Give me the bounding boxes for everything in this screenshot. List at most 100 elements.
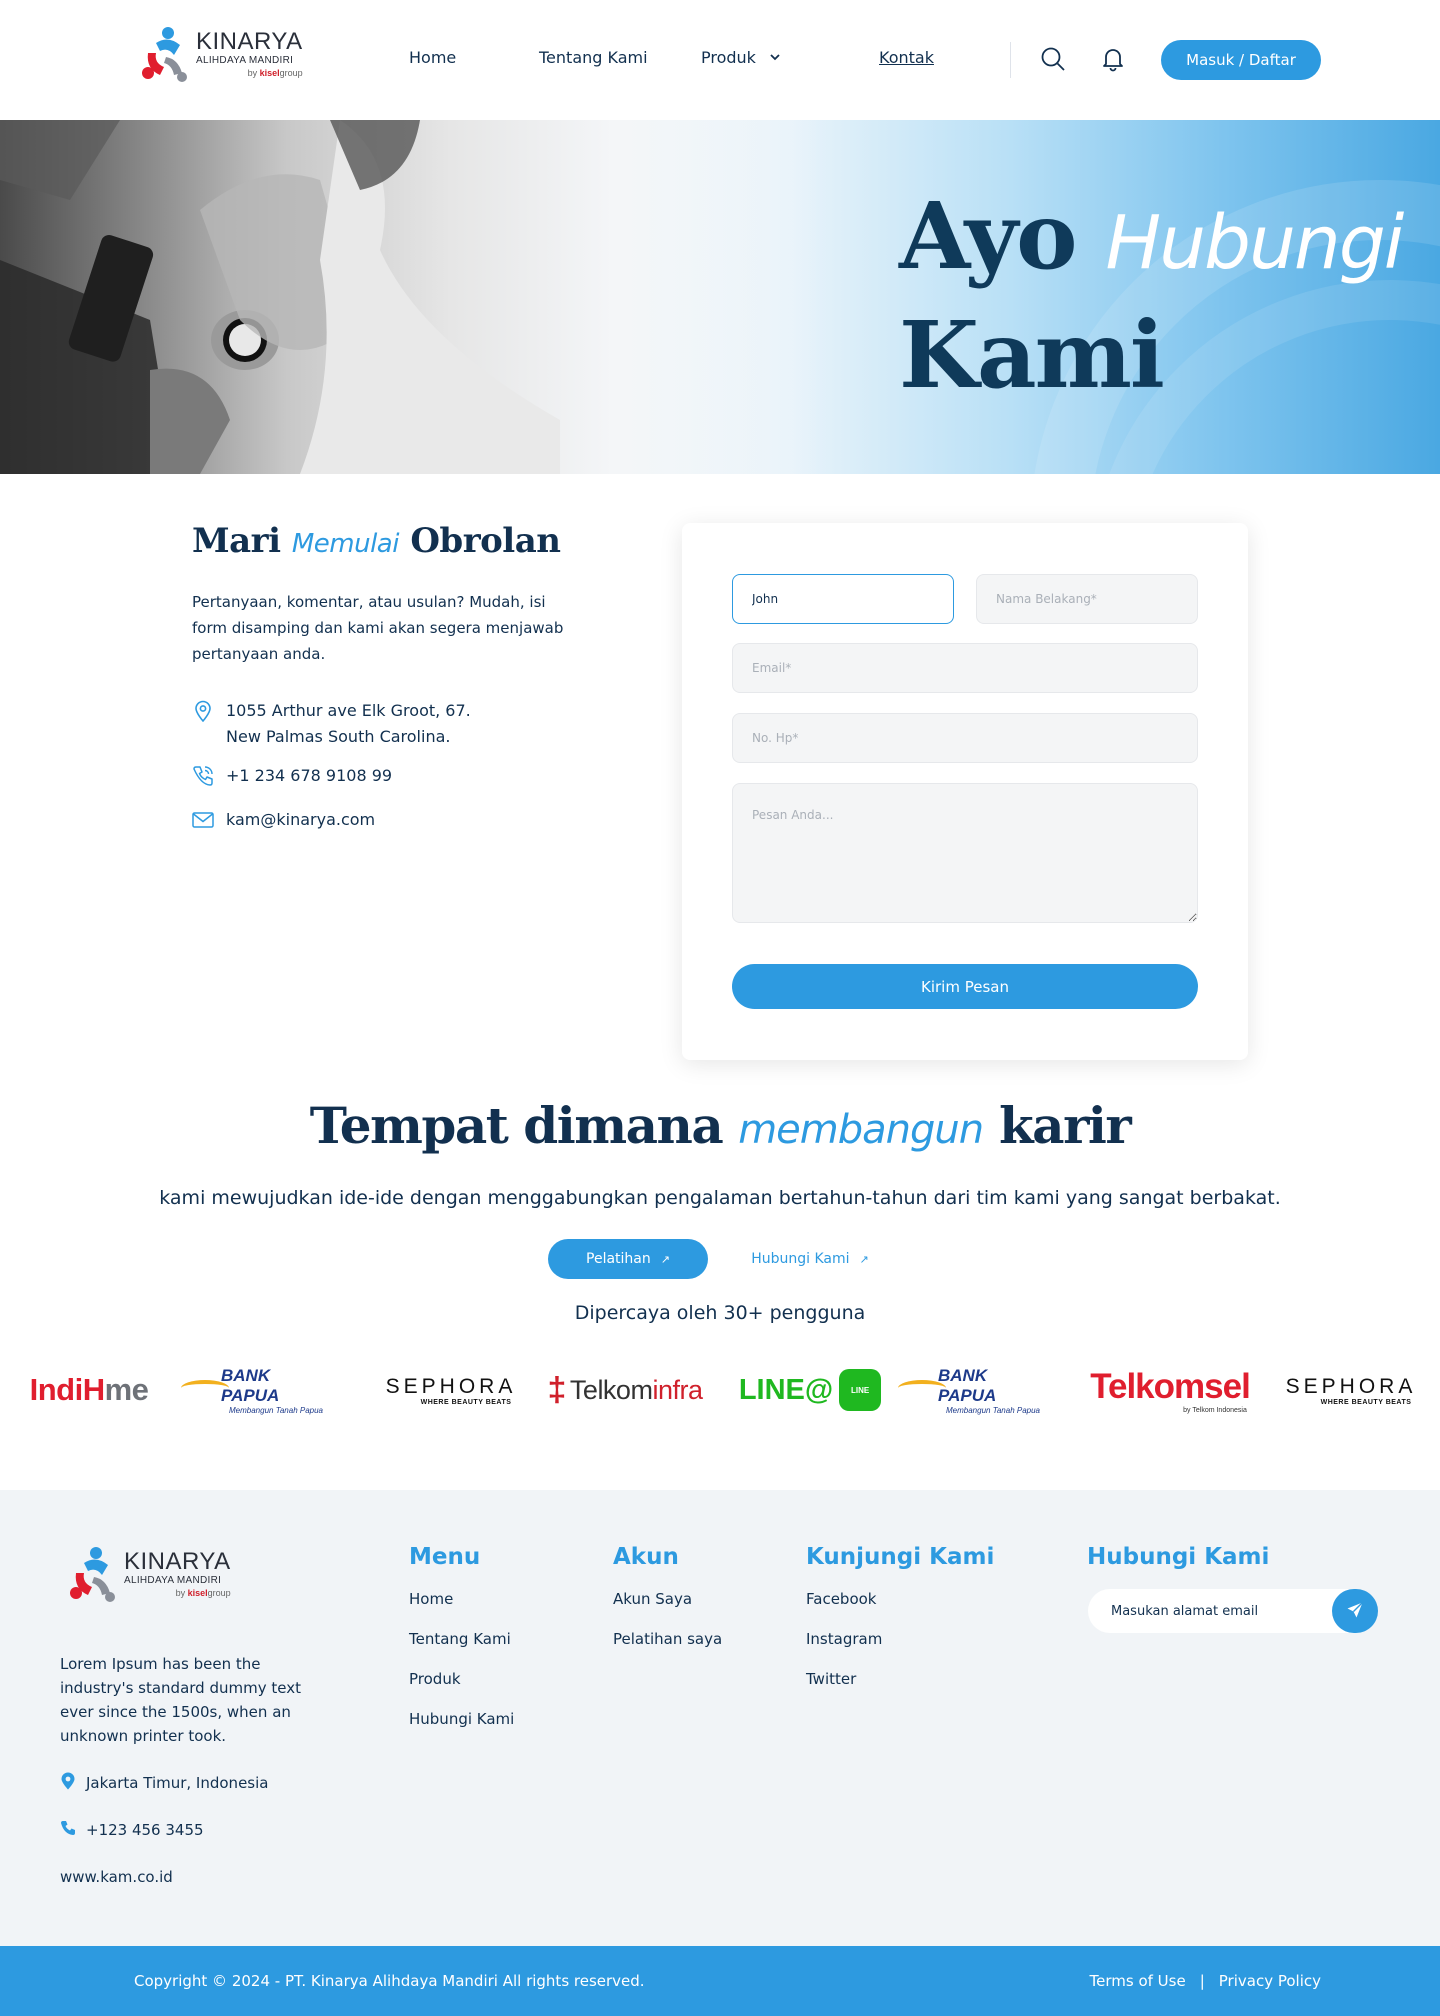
contact-form: Kirim Pesan (682, 523, 1248, 1060)
send-message-button[interactable]: Kirim Pesan (732, 964, 1198, 1009)
career-title-c: karir (999, 1096, 1132, 1155)
footer-location: Jakarta Timur, Indonesia (60, 1772, 268, 1794)
bank-papua-logo: BANK PAPUA Membangun Tanah Papua (898, 1350, 1048, 1430)
login-register-button[interactable]: Masuk / Daftar (1161, 40, 1321, 80)
mail-icon (192, 807, 214, 833)
hero-word-kami: Kami (899, 301, 1165, 409)
pelatihan-button[interactable]: Pelatihan ↗ (548, 1239, 708, 1279)
legal-links: Terms of Use | Privacy Policy (1090, 1972, 1322, 1990)
brand-sub: ALIHDAYA MANDIRI (196, 55, 294, 66)
location-pin-icon (60, 1772, 76, 1794)
contact-email: kam@kinarya.com (192, 807, 375, 833)
last-name-field[interactable] (976, 574, 1198, 624)
nav-about[interactable]: Tentang Kami (539, 48, 648, 67)
trusted-by-text: Dipercaya oleh 30+ pengguna (574, 1302, 866, 1324)
bell-icon (1101, 46, 1125, 75)
nav-kontak[interactable]: Kontak (879, 48, 934, 67)
sephora-logo: SEPHORA WHERE BEAUTY BEATS (385, 1374, 517, 1406)
contact-title-b: Memulai (291, 529, 400, 559)
kinarya-logo-icon (66, 1545, 122, 1603)
footer-pelatihan-saya[interactable]: Pelatihan saya (613, 1630, 722, 1648)
contact-title-a: Mari (192, 521, 281, 561)
nav-produk-label: Produk (701, 48, 756, 67)
search-button[interactable] (1039, 46, 1067, 74)
send-icon (1346, 1601, 1364, 1622)
message-field[interactable] (732, 783, 1198, 923)
hero-title: Ayo Hubungi Kami (899, 180, 1405, 411)
footer-visit-title: Kunjungi Kami (806, 1544, 995, 1570)
hero-banner: Ayo Hubungi Kami (0, 120, 1440, 474)
contact-title-c: Obrolan (410, 521, 561, 561)
legal-separator: | (1199, 1972, 1205, 1990)
footer-menu-produk[interactable]: Produk (409, 1670, 461, 1688)
footer-phone-link[interactable]: +123 456 3455 (86, 1821, 204, 1839)
notification-button[interactable] (1099, 46, 1127, 74)
sephora-logo: SEPHORA WHERE BEAUTY BEATS (1285, 1374, 1417, 1406)
footer-website-link[interactable]: www.kam.co.id (60, 1868, 173, 1886)
pelatihan-button-label: Pelatihan (586, 1251, 651, 1267)
site-header: KINARYA ALIHDAYA MANDIRI by kiselgroup H… (0, 0, 1440, 120)
footer-menu-about[interactable]: Tentang Kami (409, 1630, 511, 1648)
footer-location-text: Jakarta Timur, Indonesia (86, 1774, 269, 1792)
arrow-up-right-icon: ↗ (660, 1252, 670, 1266)
footer-instagram-link[interactable]: Instagram (806, 1630, 882, 1648)
brand-sub: ALIHDAYA MANDIRI (124, 1575, 222, 1586)
hero-photo (0, 120, 820, 474)
nav-home[interactable]: Home (409, 48, 456, 67)
telkomsel-logo: Telkomsel by Telkom Indonesia (1090, 1366, 1251, 1414)
phone-icon (192, 763, 214, 789)
address-line-1: 1055 Arthur ave Elk Groot, 67. (226, 701, 471, 720)
footer-website: www.kam.co.id (60, 1868, 173, 1886)
footer-akun-saya[interactable]: Akun Saya (613, 1590, 692, 1608)
career-title-a: Tempat dimana (309, 1096, 724, 1155)
footer-menu-title: Menu (409, 1544, 481, 1570)
hubungi-kami-button[interactable]: Hubungi Kami ↗ (735, 1239, 885, 1279)
nav-divider (1010, 42, 1011, 78)
contact-description: Pertanyaan, komentar, atau usulan? Mudah… (192, 593, 564, 663)
privacy-policy-link[interactable]: Privacy Policy (1219, 1972, 1321, 1990)
brand-group: by kiselgroup (247, 68, 303, 78)
footer-facebook-link[interactable]: Facebook (806, 1590, 876, 1608)
brand-name: KINARYA (196, 28, 303, 55)
brand-logo[interactable]: KINARYA ALIHDAYA MANDIRI by kiselgroup (138, 25, 303, 83)
contact-title: Mari Memulai Obrolan (192, 521, 561, 561)
footer-akun-title: Akun (613, 1544, 679, 1570)
contact-email-link[interactable]: kam@kinarya.com (226, 807, 375, 833)
newsletter-email-input[interactable] (1088, 1589, 1332, 1633)
footer-menu-contact[interactable]: Hubungi Kami (409, 1710, 514, 1728)
kinarya-logo-icon (138, 25, 194, 83)
partner-logos: Indi Hme BANK PAPUA Membangun Tanah Papua… (0, 1350, 1440, 1430)
footer-brand-logo[interactable]: KINARYA ALIHDAYA MANDIRI by kiselgroup (66, 1545, 231, 1603)
footer-menu-home[interactable]: Home (409, 1590, 453, 1608)
address-line-2: New Palmas South Carolina. (226, 727, 451, 746)
footer-contact-title: Hubungi Kami (1087, 1544, 1270, 1570)
nav-produk[interactable]: Produk (701, 48, 780, 67)
first-name-field[interactable] (732, 574, 954, 624)
footer-phone: +123 456 3455 (60, 1820, 204, 1840)
arrow-up-right-icon: ↗ (859, 1252, 869, 1266)
hero-word-hubungi: Hubungi (1105, 200, 1405, 286)
contact-phone-link[interactable]: +1 234 678 9108 99 (226, 763, 392, 789)
terms-of-use-link[interactable]: Terms of Use (1090, 1972, 1186, 1990)
hubungi-kami-button-label: Hubungi Kami (751, 1251, 850, 1267)
email-field[interactable] (732, 643, 1198, 693)
indihome-logo: Indi Hme (29, 1372, 149, 1407)
bank-papua-logo: BANK PAPUA Membangun Tanah Papua (181, 1350, 331, 1430)
career-title: Tempat dimana membangun karir (0, 1096, 1440, 1155)
phone-field[interactable] (732, 713, 1198, 763)
career-description: kami mewujudkan ide-ide dengan menggabun… (159, 1187, 1281, 1209)
contact-phone: +1 234 678 9108 99 (192, 763, 392, 789)
footer-twitter-link[interactable]: Twitter (806, 1670, 856, 1688)
newsletter-submit-button[interactable] (1332, 1589, 1378, 1633)
chevron-down-icon (770, 51, 780, 64)
contact-address: 1055 Arthur ave Elk Groot, 67. New Palma… (192, 698, 471, 750)
telkominfra-logo: ‡ Telkom infra (547, 1370, 703, 1409)
copyright-bar: Copyright © 2024 - PT. Kinarya Alihdaya … (0, 1946, 1440, 2016)
career-title-b: membangun (738, 1107, 984, 1153)
hero-word-ayo: Ayo (899, 182, 1077, 290)
search-icon (1040, 46, 1066, 75)
footer-description: Lorem Ipsum has been the industry's stan… (60, 1655, 301, 1745)
line-badge-icon: LINE (839, 1369, 882, 1411)
brand-name: KINARYA (124, 1548, 231, 1575)
newsletter-form (1088, 1589, 1378, 1633)
